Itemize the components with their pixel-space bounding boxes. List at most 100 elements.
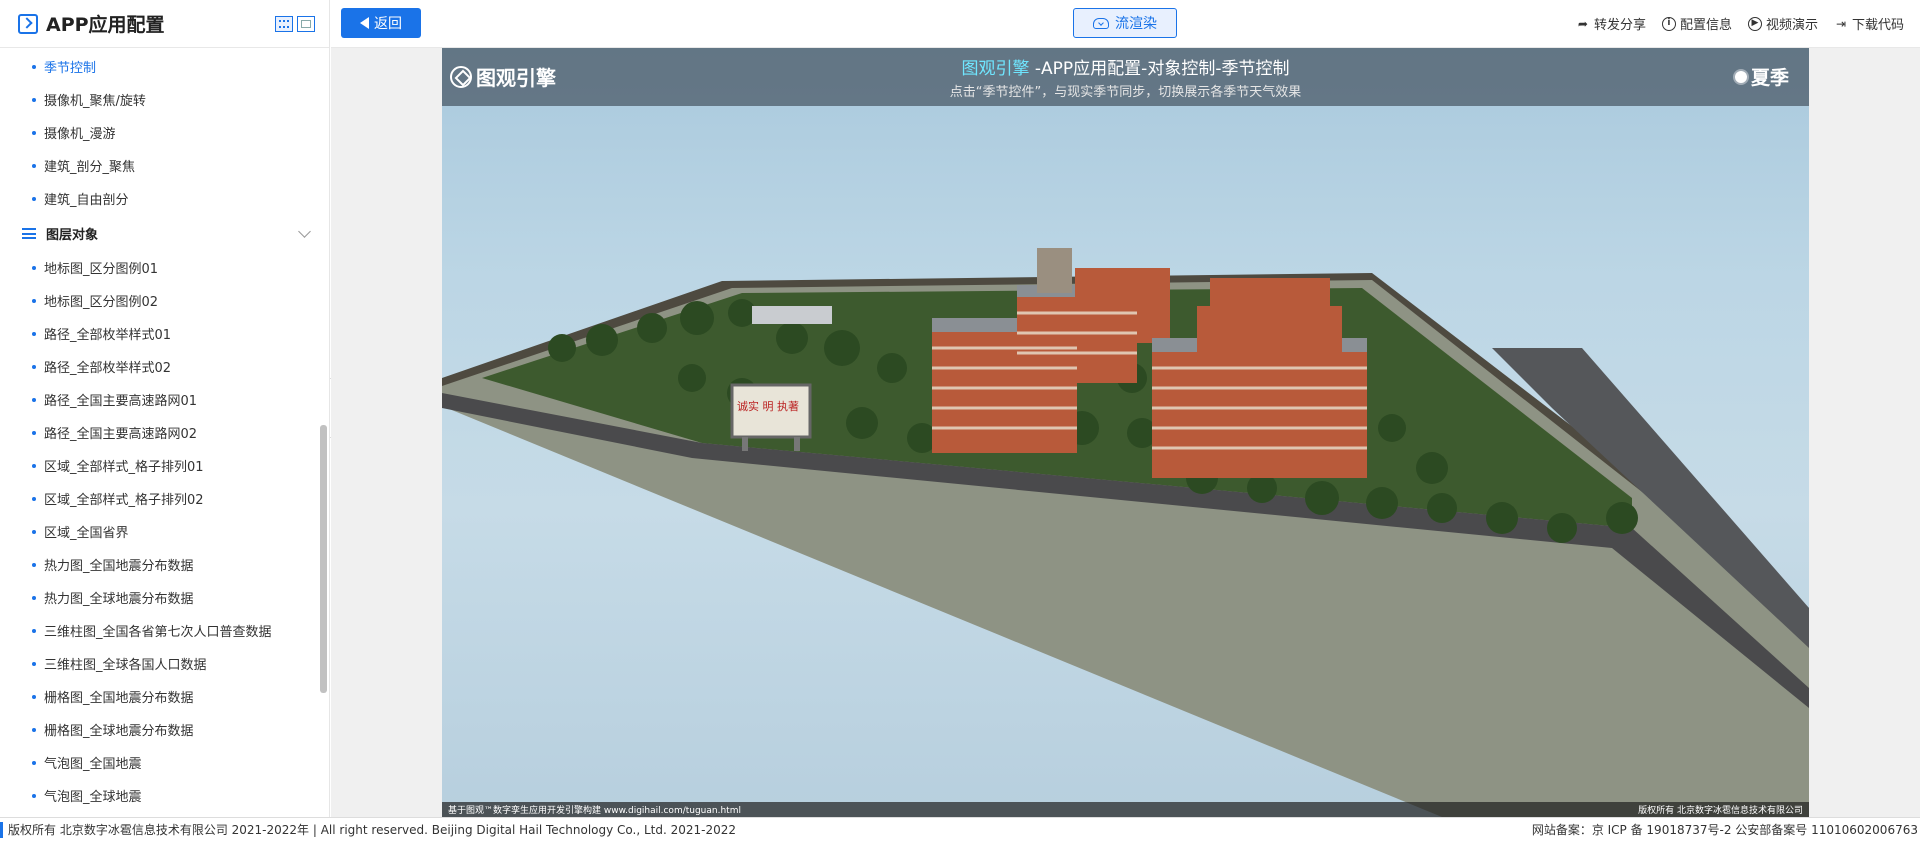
share-icon: ➦ bbox=[1577, 16, 1588, 31]
sidebar-item-season-control[interactable]: 季节控制 bbox=[0, 50, 329, 83]
sidebar-item[interactable]: 区域_全部样式_格子排列01 bbox=[0, 449, 329, 482]
bullet-icon bbox=[32, 463, 36, 468]
sidebar-group-layer-objects[interactable]: 图层对象 bbox=[0, 215, 329, 251]
share-label: 转发分享 bbox=[1593, 18, 1646, 33]
3d-scene-canvas[interactable]: 诚实 明 执著 图观引擎 图观引擎 -APP应用配置-对象控制-季节控制 点击“… bbox=[442, 48, 1809, 817]
sidebar-list: 季节控制 摄像机_聚焦/旋转 摄像机_漫游 建筑_剖分_聚焦 建筑_自由剖分 图… bbox=[0, 48, 329, 812]
sidebar-item[interactable]: 路径_全部枚举样式02 bbox=[0, 350, 329, 383]
chevron-down-icon[interactable] bbox=[298, 224, 311, 238]
sidebar-item-label: 路径_全部枚举样式02 bbox=[44, 361, 172, 376]
list-icon bbox=[22, 227, 36, 239]
sidebar-item[interactable]: 区域_全国省界 bbox=[0, 515, 329, 548]
app-root: APP应用配置 季节控制 摄像机_聚焦/旋转 摄像机_漫游 建筑_剖分_聚焦 建… bbox=[0, 0, 1920, 841]
footer-icp: 网站备案：京 ICP 备 19018737号-2 公安部备案号 11010602… bbox=[1531, 823, 1918, 837]
sidebar-item[interactable]: 栅格图_全球地震分布数据 bbox=[0, 713, 329, 746]
share-button[interactable]: ➦ 转发分享 bbox=[1576, 14, 1646, 34]
sidebar-item-label: 区域_全国省界 bbox=[44, 526, 129, 541]
sidebar-item-label: 地标图_区分图例01 bbox=[44, 262, 159, 277]
sidebar-item[interactable]: 区域_全部样式_格子排列02 bbox=[0, 482, 329, 515]
sidebar: APP应用配置 季节控制 摄像机_聚焦/旋转 摄像机_漫游 建筑_剖分_聚焦 建… bbox=[0, 0, 330, 817]
sidebar-item-label: 栅格图_全国地震分布数据 bbox=[44, 691, 194, 706]
bullet-icon bbox=[32, 64, 36, 69]
scene-footer-right: 版权所有 北京数字冰雹信息技术有限公司 bbox=[1638, 806, 1803, 816]
sidebar-item-label: 季节控制 bbox=[44, 61, 97, 76]
scene-footer-left: 基于图观™数字孪生应用开发引擎构建 www.digihail.com/tugua… bbox=[448, 806, 741, 816]
bullet-icon bbox=[32, 163, 36, 168]
sidebar-item-building-section-focus[interactable]: 建筑_剖分_聚焦 bbox=[0, 149, 329, 182]
sidebar-item-label: 路径_全部枚举样式01 bbox=[44, 328, 172, 343]
bullet-icon bbox=[32, 331, 36, 336]
bullet-icon bbox=[32, 793, 36, 798]
sidebar-item-label: 摄像机_聚焦/旋转 bbox=[44, 94, 146, 109]
sidebar-item[interactable]: 三维柱图_全国各省第七次人口普查数据 bbox=[0, 614, 329, 647]
sidebar-item-label: 气泡图_全国地震 bbox=[44, 757, 142, 772]
sidebar-item[interactable]: 气泡图_全球地震 bbox=[0, 779, 329, 812]
stream-render-label: 流渲染 bbox=[1115, 16, 1157, 32]
info-icon: i bbox=[1661, 16, 1676, 31]
sidebar-item-camera-focus-rotate[interactable]: 摄像机_聚焦/旋转 bbox=[0, 83, 329, 116]
sidebar-title: APP应用配置 bbox=[46, 14, 165, 36]
app-config-icon bbox=[18, 13, 38, 34]
stream-render-button[interactable]: 流渲染 bbox=[1073, 8, 1177, 38]
download-icon: ⇥ bbox=[1835, 16, 1847, 31]
play-icon: ▶ bbox=[1747, 16, 1762, 31]
season-control[interactable]: 夏季 bbox=[1734, 63, 1789, 90]
top-toolbar: 返回 流渲染 ➦ 转发分享 i 配置信息 ▶ 视频演示 ⇥ 下载代码 bbox=[331, 0, 1920, 48]
scene-title: 图观引擎 -APP应用配置-对象控制-季节控制 bbox=[442, 54, 1809, 79]
bullet-icon bbox=[32, 661, 36, 666]
bullet-icon bbox=[32, 397, 36, 402]
sidebar-item[interactable]: 气泡图_全国地震 bbox=[0, 746, 329, 779]
bullet-icon bbox=[32, 595, 36, 600]
config-info-button[interactable]: i 配置信息 bbox=[1661, 14, 1732, 33]
sidebar-item[interactable]: 路径_全部枚举样式01 bbox=[0, 317, 329, 350]
sidebar-item[interactable]: 热力图_全球地震分布数据 bbox=[0, 581, 329, 614]
bullet-icon bbox=[32, 760, 36, 765]
sidebar-item[interactable]: 路径_全国主要高速路网02 bbox=[0, 416, 329, 449]
sidebar-item[interactable]: 地标图_区分图例01 bbox=[0, 251, 329, 284]
download-code-button[interactable]: ⇥ 下载代码 bbox=[1834, 14, 1904, 34]
sidebar-item-label: 三维柱图_全球各国人口数据 bbox=[44, 658, 207, 673]
footer-accent-bar bbox=[0, 822, 3, 838]
bullet-icon bbox=[32, 130, 36, 135]
image-view-icon[interactable] bbox=[297, 15, 315, 32]
bullet-icon bbox=[32, 694, 36, 699]
season-label: 夏季 bbox=[1750, 67, 1789, 89]
sidebar-item[interactable]: 地标图_区分图例02 bbox=[0, 284, 329, 317]
sidebar-item-label: 建筑_剖分_聚焦 bbox=[44, 160, 136, 175]
footer-copyright: 版权所有 北京数字冰雹信息技术有限公司 2021-2022年 | All rig… bbox=[8, 823, 737, 837]
sidebar-item-label: 三维柱图_全国各省第七次人口普查数据 bbox=[44, 625, 272, 640]
download-code-label: 下载代码 bbox=[1851, 18, 1904, 33]
sidebar-item[interactable]: 路径_全国主要高速路网01 bbox=[0, 383, 329, 416]
toolbar-actions: ➦ 转发分享 i 配置信息 ▶ 视频演示 ⇥ 下载代码 bbox=[1560, 14, 1904, 33]
sidebar-item-camera-roam[interactable]: 摄像机_漫游 bbox=[0, 116, 329, 149]
video-demo-button[interactable]: ▶ 视频演示 bbox=[1747, 14, 1818, 33]
back-arrow-icon bbox=[360, 17, 369, 29]
sidebar-header: APP应用配置 bbox=[0, 0, 329, 48]
sun-icon bbox=[1734, 70, 1747, 83]
video-demo-label: 视频演示 bbox=[1765, 18, 1818, 33]
scene-viewer: 诚实 明 执著 图观引擎 图观引擎 -APP应用配置-对象控制-季节控制 点击“… bbox=[331, 48, 1920, 817]
sidebar-item-label: 气泡图_全球地震 bbox=[44, 790, 142, 805]
sidebar-item-label: 区域_全部样式_格子排列02 bbox=[44, 493, 204, 508]
sidebar-item-label: 摄像机_漫游 bbox=[44, 127, 116, 142]
bullet-icon bbox=[32, 265, 36, 270]
sidebar-item-label: 热力图_全国地震分布数据 bbox=[44, 559, 194, 574]
grid-view-icon[interactable] bbox=[275, 15, 293, 32]
bullet-icon bbox=[32, 529, 36, 534]
scene-footer: 基于图观™数字孪生应用开发引擎构建 www.digihail.com/tugua… bbox=[442, 802, 1809, 817]
bullet-icon bbox=[32, 97, 36, 102]
bullet-icon bbox=[32, 727, 36, 732]
sidebar-item[interactable]: 栅格图_全国地震分布数据 bbox=[0, 680, 329, 713]
bullet-icon bbox=[32, 196, 36, 201]
bullet-icon bbox=[32, 562, 36, 567]
back-button-label: 返回 bbox=[374, 16, 402, 32]
sidebar-scrollbar[interactable] bbox=[320, 425, 327, 693]
sidebar-item[interactable]: 三维柱图_全球各国人口数据 bbox=[0, 647, 329, 680]
sidebar-item-building-free-section[interactable]: 建筑_自由剖分 bbox=[0, 182, 329, 215]
back-button[interactable]: 返回 bbox=[341, 8, 421, 38]
page-footer: 版权所有 北京数字冰雹信息技术有限公司 2021-2022年 | All rig… bbox=[0, 817, 1920, 841]
sidebar-item[interactable]: 热力图_全国地震分布数据 bbox=[0, 548, 329, 581]
scene-title-highlight: 图观引擎 bbox=[961, 59, 1030, 79]
sidebar-item-label: 区域_全部样式_格子排列01 bbox=[44, 460, 204, 475]
sidebar-item-label: 地标图_区分图例02 bbox=[44, 295, 159, 310]
